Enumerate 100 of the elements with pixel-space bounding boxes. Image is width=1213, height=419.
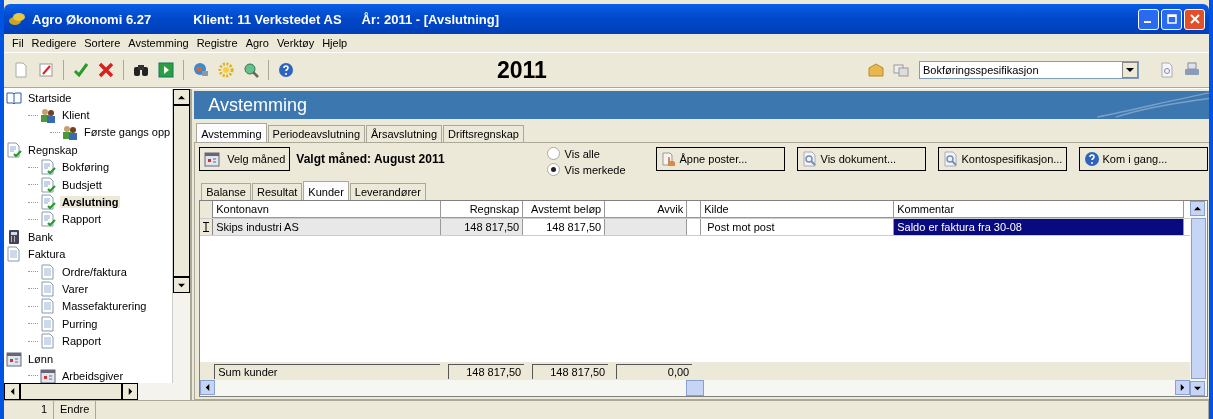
column-header[interactable]: Kontonavn — [213, 201, 442, 218]
calendar-icon — [40, 367, 56, 383]
arrow-up-icon — [1193, 205, 1201, 212]
menu-item[interactable]: Sortere — [84, 37, 121, 49]
status-mode: Endre — [54, 401, 97, 419]
maximize-icon — [1166, 14, 1177, 24]
menu-item[interactable]: Redigere — [31, 37, 77, 49]
tree-item[interactable]: Rapport — [60, 335, 104, 348]
filter-radio[interactable]: Vis alle — [546, 147, 626, 160]
radio-circle[interactable] — [546, 163, 560, 176]
table-cell: 148 817,50 — [441, 219, 524, 235]
tab[interactable]: Resultat — [252, 183, 303, 200]
tab[interactable]: Leverandører — [349, 183, 426, 200]
action-button[interactable]: Åpne poster... — [655, 147, 785, 171]
tab[interactable]: Kunder — [303, 181, 349, 200]
tree-item[interactable]: Purring — [60, 317, 100, 330]
table-cell[interactable]: Saldo er faktura fra 30-08 — [894, 219, 1185, 235]
tree-item[interactable]: Arbeidsgiver — [60, 369, 126, 382]
column-header[interactable]: Regnskap — [441, 201, 524, 218]
scroll-thumb[interactable] — [20, 383, 122, 400]
menu-item[interactable]: Hjelp — [322, 37, 348, 49]
action-button[interactable]: Kontospesifikasjon... — [937, 147, 1067, 171]
column-header[interactable]: Avstemt beløp — [523, 201, 606, 218]
tab[interactable]: Periodeavslutning — [267, 125, 365, 142]
tree-item[interactable]: Klient — [60, 109, 92, 122]
help-icon — [1083, 151, 1100, 167]
sum-value: 148 817,50 — [448, 363, 525, 379]
arrow-left-icon — [8, 388, 16, 395]
tree-item[interactable]: Ordre/faktura — [60, 265, 129, 278]
column-header[interactable]: Kommentar — [894, 201, 1185, 218]
document-check-icon — [40, 211, 56, 228]
window-title: Agro Økonomi 6.27 — [32, 11, 152, 27]
table-cell: Skips industri AS — [213, 219, 442, 235]
menu-item[interactable]: Fil — [12, 37, 24, 49]
status-count: 1 — [4, 401, 54, 419]
magnifier-icon — [942, 151, 959, 167]
menu-item[interactable]: Verktøy — [276, 37, 315, 49]
hand-icon — [660, 151, 677, 167]
year-label: 2011 — [497, 56, 547, 84]
minimize-button[interactable] — [1138, 8, 1159, 30]
tree-item[interactable]: Varer — [60, 283, 91, 295]
tree-item[interactable]: Regnskap — [26, 143, 80, 156]
arrow-right-icon — [126, 388, 134, 395]
document-check-icon — [40, 176, 56, 193]
arrow-right-icon — [1178, 384, 1186, 391]
column-header[interactable] — [687, 201, 702, 218]
action-button[interactable]: Vis dokument... — [796, 147, 926, 171]
selected-month-label: Valgt måned: August 2011 — [296, 152, 445, 166]
arrow-left-icon — [204, 384, 212, 391]
scroll-thumb[interactable] — [685, 380, 704, 396]
play-icon[interactable] — [155, 59, 177, 81]
tree-item[interactable]: Startside — [26, 91, 74, 104]
close-button[interactable] — [1184, 8, 1205, 30]
tree-item[interactable]: Faktura — [26, 248, 68, 261]
tree-item[interactable]: Budsjett — [60, 178, 104, 191]
column-header[interactable]: Avvik — [605, 201, 688, 218]
tree-item[interactable]: Lønn — [26, 352, 56, 365]
sum-label: Sum kunder — [214, 363, 441, 379]
calculator-icon — [6, 228, 22, 245]
tree-item[interactable]: Massefakturering — [60, 300, 149, 313]
maximize-button[interactable] — [1161, 8, 1182, 30]
filter-radio[interactable]: Vis merkede — [546, 163, 626, 176]
calendar-icon — [204, 151, 221, 167]
arrow-down-icon — [1193, 385, 1201, 392]
tab[interactable]: Balanse — [201, 183, 251, 200]
client-title: Klient: 11 Verkstedet AS — [193, 11, 342, 27]
magnifier-icon — [801, 151, 818, 167]
menu-item[interactable]: Agro — [245, 37, 269, 49]
panel-title: Avstemming — [208, 94, 307, 116]
tab[interactable]: Driftsregnskap — [443, 125, 524, 142]
tab[interactable]: Avstemming — [196, 123, 267, 142]
arrow-up-icon — [178, 93, 186, 101]
tab[interactable]: Årsavslutning — [366, 125, 443, 142]
action-button[interactable]: Kom i gang... — [1078, 147, 1208, 171]
calendar-icon — [6, 350, 22, 367]
scroll-thumb[interactable] — [173, 105, 191, 277]
people-icon — [40, 107, 56, 124]
menu-item[interactable]: Registre — [196, 37, 238, 49]
choose-month-button[interactable]: Velg måned — [199, 147, 291, 171]
document-icon — [40, 298, 56, 315]
text-cursor-icon — [203, 222, 210, 232]
minimize-icon — [1143, 20, 1151, 24]
document-icon — [40, 281, 56, 297]
radio-circle[interactable] — [546, 147, 560, 160]
sum-value: 148 817,50 — [532, 363, 609, 379]
sum-value: 0,00 — [616, 363, 693, 379]
document-check-icon — [40, 159, 56, 176]
row-header[interactable] — [200, 219, 214, 235]
scroll-thumb[interactable] — [1190, 218, 1206, 379]
menu-item[interactable]: Avstemming — [128, 37, 189, 49]
report-dropdown[interactable]: Bokføringsspesifikasjon — [919, 61, 1139, 79]
document-icon — [40, 315, 56, 332]
tree-item[interactable]: Bank — [26, 230, 56, 243]
arrow-down-icon — [178, 281, 186, 289]
tree-item[interactable]: Avslutning — [60, 196, 121, 209]
column-header[interactable]: Kilde — [701, 201, 895, 218]
tree-item[interactable]: Første gangs opp — [82, 126, 173, 139]
caret-icon — [1126, 67, 1134, 73]
tree-item[interactable]: Bokføring — [60, 161, 112, 174]
tree-item[interactable]: Rapport — [60, 213, 104, 226]
